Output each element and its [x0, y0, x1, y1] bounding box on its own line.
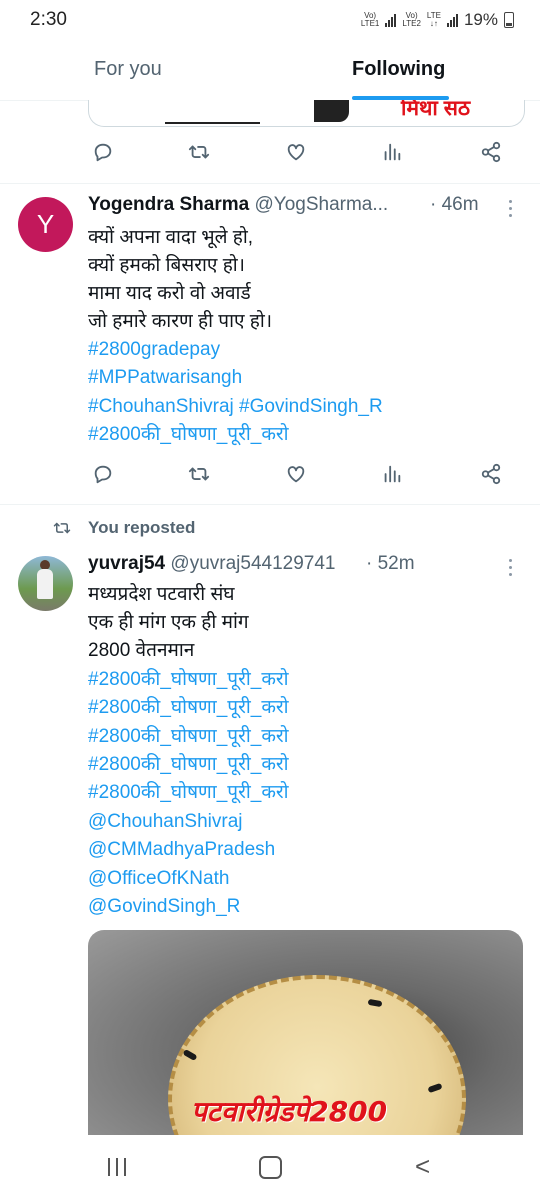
retweet-icon[interactable]: [188, 141, 214, 167]
media-sketch: [314, 100, 349, 122]
status-indicators: Vo) LTE1 Vo) LTE2 LTE ↓↑ 19%: [361, 10, 514, 30]
reply-icon[interactable]: [92, 463, 118, 489]
tweet-time[interactable]: · 46m: [430, 194, 479, 216]
more-icon[interactable]: [508, 200, 514, 221]
tweet-divider: [0, 504, 540, 505]
tweet-actions: [92, 141, 512, 167]
tweet-text-line: मध्यप्रदेश पटवारी संघ: [88, 584, 235, 605]
hashtag[interactable]: #2800की_घोषणा_पूरी_करो: [88, 694, 289, 722]
tweet-time[interactable]: · 52m: [366, 553, 415, 575]
views-icon[interactable]: [381, 141, 407, 167]
mention[interactable]: @OfficeOfKNath: [88, 865, 229, 893]
status-time: 2:30: [30, 9, 67, 30]
like-icon[interactable]: [285, 141, 311, 167]
hashtag[interactable]: #ChouhanShivraj #GovindSingh_R: [88, 393, 383, 421]
tweet-media-image[interactable]: पटवारीग्रेडपे2800: [88, 930, 523, 1135]
author-handle[interactable]: @YogSharma...: [254, 194, 388, 215]
tweet-divider: [0, 183, 540, 184]
back-icon[interactable]: <: [415, 1153, 430, 1179]
more-icon[interactable]: [508, 559, 514, 580]
mention[interactable]: @ChouhanShivraj: [88, 808, 243, 836]
mention[interactable]: @CMMadhyaPradesh: [88, 836, 275, 864]
previous-tweet-media[interactable]: मिथा सठ: [88, 100, 525, 127]
tweet-header: Yogendra Sharma @YogSharma... · 46m: [88, 194, 508, 220]
status-bar: 2:30 Vo) LTE1 Vo) LTE2 LTE ↓↑ 19%: [0, 0, 540, 40]
avatar[interactable]: [18, 556, 73, 611]
author-name[interactable]: yuvraj54: [88, 553, 165, 574]
media-caption: पटवारीग्रेडपे2800: [191, 1095, 388, 1128]
mention[interactable]: @GovindSingh_R: [88, 893, 240, 921]
author-name[interactable]: Yogendra Sharma: [88, 194, 249, 215]
tweet-text-line: जो हमारे कारण ही पाए हो।: [88, 311, 273, 332]
recent-apps-icon[interactable]: [108, 1158, 126, 1176]
share-icon[interactable]: [480, 141, 506, 167]
battery-icon: [504, 12, 514, 28]
hashtag[interactable]: #MPPatwarisangh: [88, 364, 242, 392]
home-icon[interactable]: [259, 1156, 282, 1179]
hashtag[interactable]: #2800की_घोषणा_पूरी_करो: [88, 723, 289, 751]
tweet-actions: [92, 463, 512, 489]
media-sketch: [165, 100, 260, 124]
tweet-text-line: 2800 वेतनमान: [88, 640, 195, 661]
hashtag[interactable]: #2800gradepay: [88, 336, 220, 364]
tweet-text-line: एक ही मांग एक ही मांग: [88, 612, 249, 633]
system-navigation-bar: <: [0, 1135, 540, 1200]
avatar-person: [37, 569, 53, 599]
hashtag[interactable]: #2800की_घोषणा_पूरी_करो: [88, 751, 289, 779]
retweet-icon[interactable]: [188, 463, 214, 489]
tweet-text-line: मामा याद करो वो अवार्ड: [88, 283, 251, 304]
battery-percent: 19%: [463, 10, 498, 29]
tweet-text-line: क्यों हमको बिसराए हो।: [88, 255, 245, 276]
tab-following[interactable]: Following: [352, 58, 445, 81]
sim1-label: Vo) LTE1: [360, 11, 380, 28]
timeline-tabs: For you Following: [0, 40, 540, 101]
like-icon[interactable]: [285, 463, 311, 489]
hashtag[interactable]: #2800की_घोषणा_पूरी_करो: [88, 779, 289, 807]
hashtag[interactable]: #2800की_घोषणा_पूरी_करो: [88, 421, 289, 449]
author-handle[interactable]: @yuvraj544129741: [170, 553, 335, 574]
signal-icon: [385, 13, 397, 27]
network-type: LTE ↓↑: [426, 11, 441, 28]
repost-label[interactable]: You reposted: [88, 518, 195, 538]
repost-icon: [52, 519, 72, 542]
reply-icon[interactable]: [92, 141, 118, 167]
media-text: मिथा सठ: [401, 100, 471, 120]
avatar[interactable]: Y: [18, 197, 73, 252]
signal-icon: [446, 13, 458, 27]
sim2-label: Vo) LTE2: [402, 11, 421, 28]
share-icon[interactable]: [480, 463, 506, 489]
tweet-text-line: क्यों अपना वादा भूले हो,: [88, 227, 254, 248]
views-icon[interactable]: [381, 463, 407, 489]
hashtag[interactable]: #2800की_घोषणा_पूरी_करो: [88, 666, 289, 694]
tab-for-you[interactable]: For you: [94, 58, 162, 81]
tweet-header: yuvraj54 @yuvraj544129741 · 52m: [88, 553, 508, 579]
